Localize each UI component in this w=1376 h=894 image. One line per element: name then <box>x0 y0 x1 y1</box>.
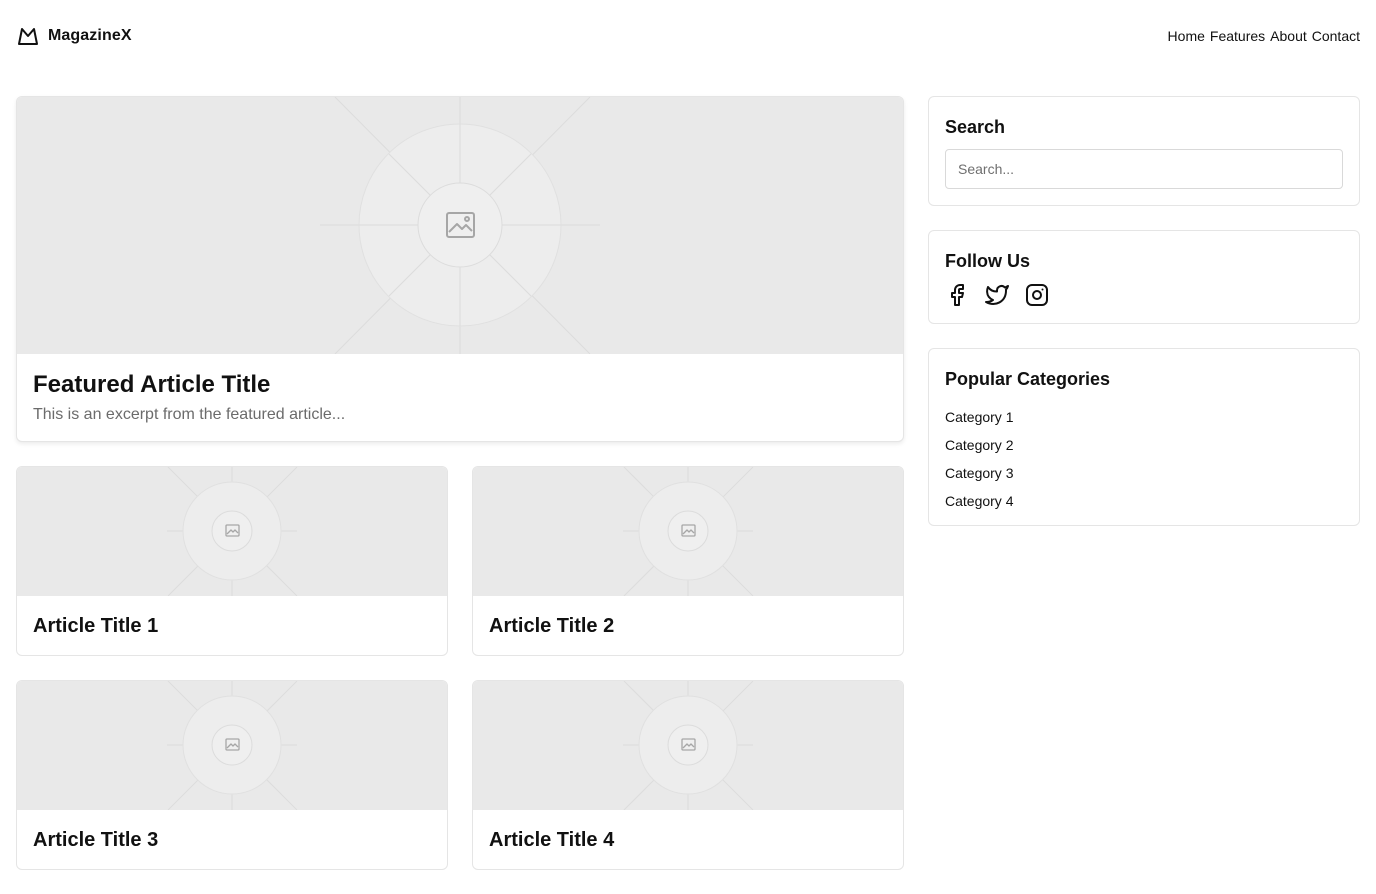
facebook-icon[interactable] <box>945 283 969 307</box>
nav-about-link[interactable]: About <box>1270 28 1307 44</box>
article-body: Article Title 3 <box>17 810 447 869</box>
categories-widget-title: Popular Categories <box>945 369 1111 389</box>
image-placeholder-icon <box>167 467 298 596</box>
nav-contact-link[interactable]: Contact <box>1312 28 1360 44</box>
featured-article-card[interactable]: Featured Article Title This is an excerp… <box>16 96 904 442</box>
category-link[interactable]: Category 1 <box>945 403 1343 431</box>
instagram-icon[interactable] <box>1025 283 1049 307</box>
nav-features-link[interactable]: Features <box>1210 28 1265 44</box>
article-card[interactable]: Article Title 4 <box>472 680 904 870</box>
category-list: Category 1 Category 2 Category 3 Categor… <box>945 403 1343 515</box>
article-title[interactable]: Article Title 4 <box>489 826 887 854</box>
search-input[interactable] <box>945 149 1343 189</box>
search-widget: Search <box>928 96 1360 206</box>
article-grid: Article Title 1 Article Title 2 Article … <box>16 466 904 870</box>
twitter-icon[interactable] <box>985 283 1009 307</box>
category-link[interactable]: Category 2 <box>945 431 1343 459</box>
featured-article-excerpt: This is an excerpt from the featured art… <box>33 406 346 423</box>
categories-widget: Popular Categories Category 1 Category 2… <box>928 348 1360 526</box>
article-card[interactable]: Article Title 2 <box>472 466 904 656</box>
social-links <box>945 283 1343 307</box>
featured-article-image <box>17 97 903 354</box>
article-image <box>473 681 903 810</box>
article-image <box>17 467 447 596</box>
article-image <box>17 681 447 810</box>
featured-article-body: Featured Article Title This is an excerp… <box>17 354 903 441</box>
image-placeholder-icon <box>623 467 754 596</box>
nav-home-link[interactable]: Home <box>1168 28 1205 44</box>
main-nav: Home Features About Contact <box>1168 28 1360 44</box>
article-image <box>473 467 903 596</box>
brand-name: MagazineX <box>48 27 132 44</box>
follow-widget-title: Follow Us <box>945 251 1030 271</box>
article-card[interactable]: Article Title 1 <box>16 466 448 656</box>
main-content: Featured Article Title This is an excerp… <box>16 96 904 870</box>
article-body: Article Title 1 <box>17 596 447 655</box>
mountain-logo-icon <box>18 28 38 45</box>
brand[interactable]: MagazineX <box>16 24 132 48</box>
featured-article-title[interactable]: Featured Article Title <box>33 370 887 400</box>
article-card[interactable]: Article Title 3 <box>16 680 448 870</box>
image-placeholder-icon <box>623 681 754 810</box>
article-body: Article Title 2 <box>473 596 903 655</box>
article-title[interactable]: Article Title 1 <box>33 612 431 640</box>
image-placeholder-icon <box>320 97 600 354</box>
follow-widget: Follow Us <box>928 230 1360 324</box>
article-body: Article Title 4 <box>473 810 903 869</box>
article-title[interactable]: Article Title 2 <box>489 612 887 640</box>
search-widget-title: Search <box>945 117 1006 137</box>
category-link[interactable]: Category 3 <box>945 459 1343 487</box>
image-placeholder-icon <box>167 681 298 810</box>
article-title[interactable]: Article Title 3 <box>33 826 431 854</box>
site-header: MagazineX Home Features About Contact <box>0 0 1376 72</box>
category-link[interactable]: Category 4 <box>945 487 1343 515</box>
sidebar: Search Follow Us <box>928 96 1360 550</box>
